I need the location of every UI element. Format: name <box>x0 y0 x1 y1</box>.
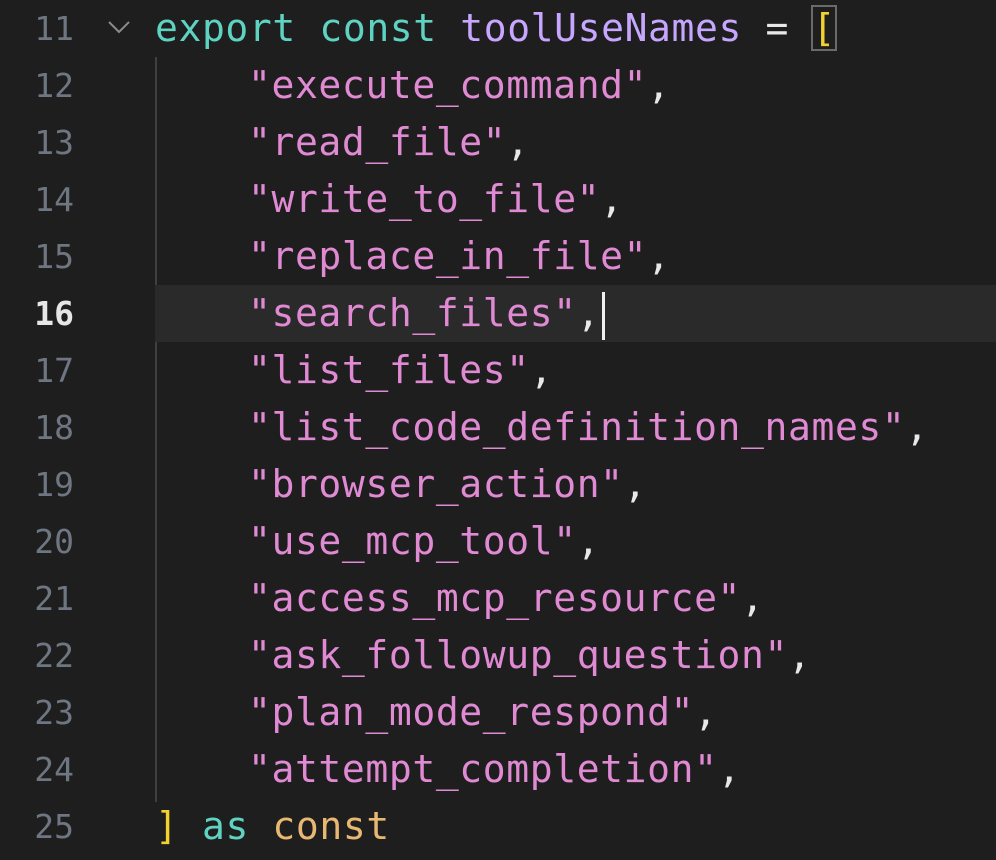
code-line-11[interactable]: 11 export const toolUseNames = [ <box>0 0 996 57</box>
code-line-25[interactable]: 25 ] as const <box>0 798 996 855</box>
comma: , <box>623 462 648 506</box>
string-literal: "use_mcp_tool" <box>248 519 577 563</box>
line-number: 22 <box>34 636 74 675</box>
line-number: 14 <box>34 180 74 219</box>
code-line-23[interactable]: 23 "plan_mode_respond", <box>0 684 996 741</box>
operator: = <box>765 6 789 50</box>
comma: , <box>905 405 929 449</box>
code-line-18[interactable]: 18 "list_code_definition_names", <box>0 399 996 456</box>
keyword-export: export <box>155 6 296 50</box>
comma: , <box>576 519 601 563</box>
code-line-12[interactable]: 12 "execute_command", <box>0 57 996 114</box>
code-text: "replace_in_file", <box>248 228 671 285</box>
string-literal: "ask_followup_question" <box>248 633 788 677</box>
string-literal: "read_file" <box>248 120 507 164</box>
code-line-22[interactable]: 22 "ask_followup_question", <box>0 627 996 684</box>
text-cursor <box>602 291 606 340</box>
line-number: 17 <box>34 351 74 390</box>
keyword-const: const <box>272 804 390 848</box>
code-text: "use_mcp_tool", <box>248 513 600 570</box>
code-line-16-current[interactable]: 16 "search_files", <box>0 285 996 342</box>
code-line-21[interactable]: 21 "access_mcp_resource", <box>0 570 996 627</box>
line-number: 11 <box>34 9 74 48</box>
code-line-20[interactable]: 20 "use_mcp_tool", <box>0 513 996 570</box>
code-text: "list_code_definition_names", <box>248 399 929 456</box>
line-number: 23 <box>34 693 74 732</box>
line-number: 13 <box>34 123 74 162</box>
code-text: "access_mcp_resource", <box>248 570 765 627</box>
comma: , <box>741 576 765 620</box>
line-number: 15 <box>34 237 74 276</box>
line-number: 18 <box>34 408 74 447</box>
code-editor[interactable]: 11 export const toolUseNames = [ 12 "exe… <box>0 0 996 860</box>
comma: , <box>788 633 812 677</box>
close-bracket: ] <box>155 804 179 848</box>
code-text: "read_file", <box>248 114 530 171</box>
line-number: 20 <box>34 522 74 561</box>
keyword-as: as <box>201 804 249 848</box>
open-bracket: [ <box>811 5 837 51</box>
line-number: 21 <box>34 579 74 618</box>
string-literal: "browser_action" <box>248 462 624 506</box>
code-text: "search_files", <box>248 285 606 342</box>
keyword-const: const <box>319 6 437 50</box>
code-text: "write_to_file", <box>248 171 624 228</box>
code-line-24[interactable]: 24 "attempt_completion", <box>0 741 996 798</box>
string-literal: "search_files" <box>248 291 577 335</box>
string-literal: "list_code_definition_names" <box>248 405 906 449</box>
code-line-17[interactable]: 17 "list_files", <box>0 342 996 399</box>
chevron-down-icon[interactable] <box>102 10 136 44</box>
string-literal: "attempt_completion" <box>248 747 718 791</box>
line-number: 25 <box>34 807 74 846</box>
line-number: 24 <box>34 750 74 789</box>
code-text: ] as const <box>155 798 390 855</box>
code-line-13[interactable]: 13 "read_file", <box>0 114 996 171</box>
comma: , <box>647 63 671 107</box>
comma: , <box>694 690 718 734</box>
comma: , <box>600 177 624 221</box>
line-number-current: 16 <box>34 294 74 333</box>
string-literal: "list_files" <box>248 348 530 392</box>
identifier: toolUseNames <box>460 6 742 50</box>
code-text: "execute_command", <box>248 57 671 114</box>
line-number: 12 <box>34 66 74 105</box>
comma: , <box>717 747 742 791</box>
code-text: export const toolUseNames = [ <box>155 0 837 57</box>
string-literal: "write_to_file" <box>248 177 601 221</box>
code-text: "ask_followup_question", <box>248 627 811 684</box>
code-text: "list_files", <box>248 342 553 399</box>
code-line-15[interactable]: 15 "replace_in_file", <box>0 228 996 285</box>
code-text: "plan_mode_respond", <box>248 684 718 741</box>
comma: , <box>576 291 601 335</box>
string-literal: "replace_in_file" <box>248 234 648 278</box>
string-literal: "plan_mode_respond" <box>248 690 695 734</box>
code-line-19[interactable]: 19 "browser_action", <box>0 456 996 513</box>
comma: , <box>529 348 554 392</box>
string-literal: "execute_command" <box>248 63 648 107</box>
line-number: 19 <box>34 465 74 504</box>
code-text: "attempt_completion", <box>248 741 741 798</box>
code-text: "browser_action", <box>248 456 647 513</box>
code-line-14[interactable]: 14 "write_to_file", <box>0 171 996 228</box>
comma: , <box>647 234 671 278</box>
string-literal: "access_mcp_resource" <box>248 576 742 620</box>
comma: , <box>506 120 530 164</box>
